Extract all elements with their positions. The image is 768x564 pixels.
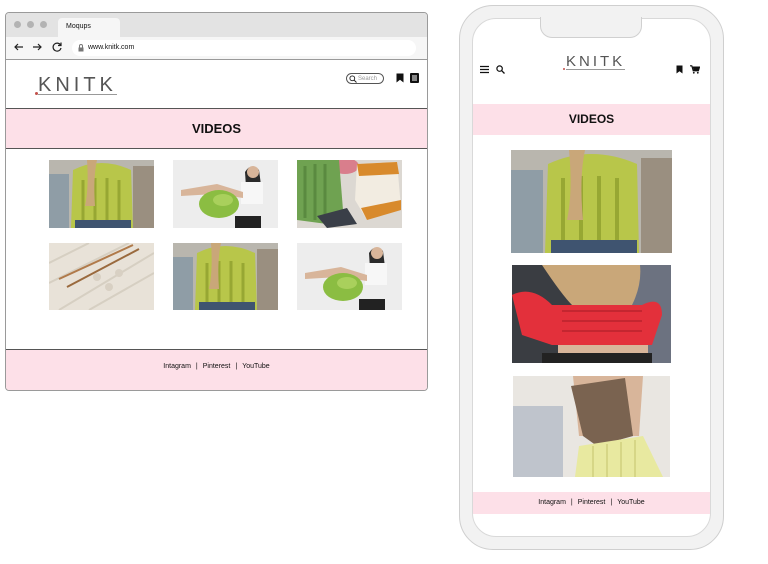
- url-field[interactable]: www.knitk.com: [72, 40, 416, 56]
- mobile-video-thumbnail[interactable]: [513, 376, 670, 477]
- site-logo[interactable]: KNITK: [38, 75, 117, 95]
- address-bar-row: www.knitk.com: [6, 37, 427, 60]
- red-knit-top-image: [512, 265, 671, 363]
- footer-link-pinterest[interactable]: Pinterest: [203, 363, 231, 370]
- logo-accent-dot: [563, 68, 565, 70]
- search-icon[interactable]: [496, 65, 505, 74]
- bookmark-icon[interactable]: [396, 73, 404, 83]
- list-icon[interactable]: [410, 73, 419, 83]
- green-bag-model-image: [173, 160, 278, 228]
- site-header: KNITK Search: [6, 60, 427, 109]
- search-input[interactable]: Search: [346, 73, 384, 84]
- green-vest-image: [49, 160, 154, 228]
- white-knit-needles-image: [49, 243, 154, 310]
- forward-arrow-icon[interactable]: [31, 41, 43, 53]
- green-vest-image: [511, 150, 672, 253]
- back-arrow-icon[interactable]: [13, 41, 25, 53]
- brown-bag-yellow-skirt-image: [513, 376, 670, 477]
- menu-icon[interactable]: [480, 65, 489, 74]
- cart-icon[interactable]: [690, 65, 700, 74]
- browser-titlebar: Moqups: [6, 13, 427, 37]
- window-maximize-dot[interactable]: [40, 21, 47, 28]
- video-thumbnail[interactable]: [297, 243, 402, 310]
- window-close-dot[interactable]: [14, 21, 21, 28]
- site-footer: Intagram | Pinterest | YouTube: [6, 349, 427, 390]
- footer-link-youtube[interactable]: YouTube: [617, 499, 645, 506]
- footer-separator: |: [570, 499, 573, 506]
- footer-separator: |: [610, 499, 613, 506]
- phone-notch: [540, 17, 642, 38]
- logo-accent-dot: [35, 92, 38, 95]
- mobile-site-logo[interactable]: KNITK: [566, 54, 626, 70]
- green-vest-image: [173, 243, 278, 310]
- reload-icon[interactable]: [51, 41, 63, 53]
- footer-link-youtube[interactable]: YouTube: [242, 363, 270, 370]
- video-thumbnail[interactable]: [173, 243, 278, 310]
- browser-tab[interactable]: Moqups: [58, 18, 120, 37]
- footer-separator: |: [235, 363, 238, 370]
- footer-separator: |: [195, 363, 198, 370]
- footer-link-instagram[interactable]: Intagram: [163, 363, 191, 370]
- window-minimize-dot[interactable]: [27, 21, 34, 28]
- mobile-video-thumbnail[interactable]: [511, 150, 672, 253]
- mobile-video-thumbnail[interactable]: [512, 265, 671, 363]
- video-thumbnail[interactable]: [49, 160, 154, 228]
- videos-banner: VIDEOS: [6, 109, 427, 149]
- footer-link-instagram[interactable]: Intagram: [538, 499, 566, 506]
- mobile-site-footer: Intagram | Pinterest | YouTube: [473, 492, 710, 514]
- knit-swatches-image: [297, 160, 402, 228]
- video-thumbnail[interactable]: [173, 160, 278, 228]
- url-text: www.knitk.com: [88, 44, 135, 51]
- search-placeholder: Search: [358, 76, 378, 82]
- video-thumbnail[interactable]: [297, 160, 402, 228]
- search-icon: [349, 75, 357, 83]
- lock-icon: [78, 44, 84, 52]
- video-thumbnail[interactable]: [49, 243, 154, 310]
- footer-link-pinterest[interactable]: Pinterest: [578, 499, 606, 506]
- bookmark-icon[interactable]: [676, 65, 683, 74]
- green-bag-model-image: [297, 243, 402, 310]
- mobile-videos-banner: VIDEOS: [473, 104, 710, 135]
